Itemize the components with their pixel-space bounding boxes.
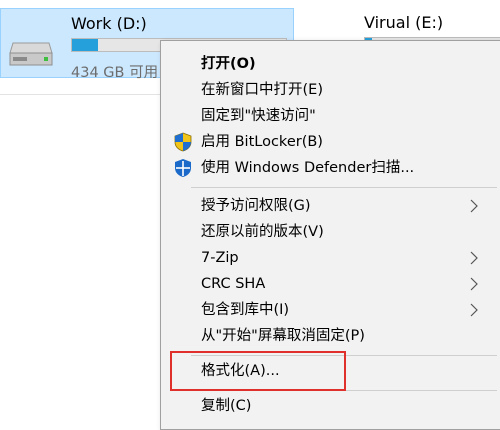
uac-shield-icon (173, 132, 193, 152)
menu-separator (191, 187, 497, 188)
drive-name: Work (D:) (71, 14, 147, 33)
chevron-right-icon (469, 276, 479, 292)
menu-item-label: 包含到库中(I) (201, 302, 290, 318)
windows-defender-icon (173, 158, 193, 178)
menu-item-label: 复制(C) (201, 398, 252, 414)
divider (0, 94, 160, 95)
menu-separator (191, 355, 497, 356)
menu-item-label: CRC SHA (201, 276, 266, 292)
menu-item-label: 格式化(A)... (201, 363, 280, 379)
menu-item-include-library[interactable]: 包含到库中(I) (161, 297, 500, 323)
menu-item-grant-access[interactable]: 授予访问权限(G) (161, 193, 500, 219)
menu-item-format[interactable]: 格式化(A)... (161, 358, 500, 384)
context-menu: 打开(O) 在新窗口中打开(E) 固定到"快速访问" 启用 BitLocker(… (160, 40, 500, 430)
menu-item-label: 使用 Windows Defender扫描... (201, 160, 415, 176)
hard-drive-icon (9, 41, 53, 71)
menu-separator (191, 390, 497, 391)
drive-usage-fill (72, 39, 98, 51)
chevron-right-icon (469, 250, 479, 266)
menu-item-crc-sha[interactable]: CRC SHA (161, 271, 500, 297)
menu-item-defender-scan[interactable]: 使用 Windows Defender扫描... (161, 155, 500, 181)
menu-item-label: 固定到"快速访问" (201, 108, 316, 124)
menu-item-label: 7-Zip (201, 250, 239, 266)
chevron-right-icon (469, 302, 479, 318)
chevron-right-icon (469, 198, 479, 214)
menu-item-unpin-start[interactable]: 从"开始"屏幕取消固定(P) (161, 323, 500, 349)
menu-item-enable-bitlocker[interactable]: 启用 BitLocker(B) (161, 129, 500, 155)
menu-item-restore-versions[interactable]: 还原以前的版本(V) (161, 219, 500, 245)
menu-item-open[interactable]: 打开(O) (161, 51, 500, 77)
menu-item-open-new-window[interactable]: 在新窗口中打开(E) (161, 77, 500, 103)
menu-item-label: 还原以前的版本(V) (201, 224, 324, 240)
menu-item-pin-quick-access[interactable]: 固定到"快速访问" (161, 103, 500, 129)
menu-item-copy[interactable]: 复制(C) (161, 393, 500, 419)
menu-item-7zip[interactable]: 7-Zip (161, 245, 500, 271)
menu-item-label: 启用 BitLocker(B) (201, 134, 323, 150)
menu-item-label: 授予访问权限(G) (201, 198, 311, 214)
drive-name: Virual (E:) (364, 13, 444, 32)
menu-item-label: 从"开始"屏幕取消固定(P) (201, 328, 365, 344)
menu-item-label: 在新窗口中打开(E) (201, 82, 323, 98)
drive-free-space: 434 GB 可用， (71, 65, 173, 81)
menu-item-label: 打开(O) (201, 56, 256, 72)
